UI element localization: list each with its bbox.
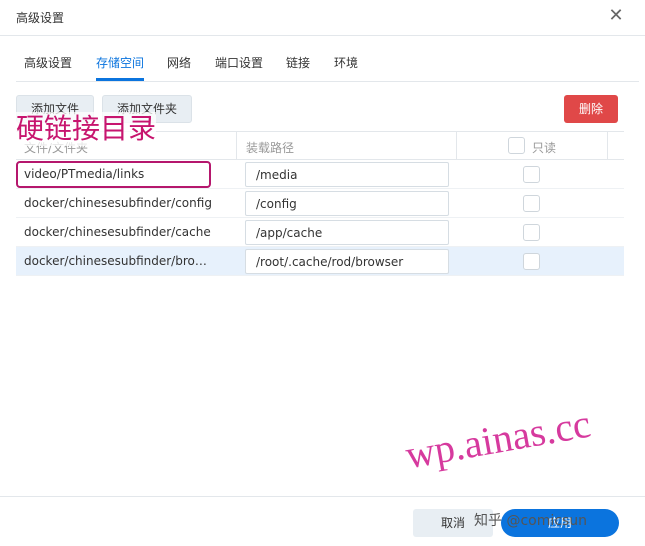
tab-links[interactable]: 链接 [286, 54, 310, 71]
folder-path: video/PTmedia/links [24, 167, 145, 181]
folder-path: docker/chinesesubfinder/bro… [24, 254, 207, 268]
tab-port-settings[interactable]: 端口设置 [215, 54, 263, 71]
advanced-settings-dialog: 高级设置 ✕ 高级设置 存储空间 网络 端口设置 链接 环境 添加文件 添加文件… [0, 0, 645, 546]
tab-bar: 高级设置 存储空间 网络 端口设置 链接 环境 [16, 36, 639, 82]
readonly-checkbox[interactable] [523, 195, 540, 212]
readonly-checkbox[interactable] [523, 166, 540, 183]
cancel-button[interactable]: 取消 [413, 509, 493, 537]
close-icon[interactable]: ✕ [606, 6, 626, 26]
table-row[interactable]: video/PTmedia/links [16, 160, 624, 189]
column-divider [236, 132, 237, 160]
column-header-mount-path[interactable]: 装载路径 [246, 139, 294, 156]
readonly-checkbox[interactable] [523, 253, 540, 270]
column-divider [456, 132, 457, 160]
tab-storage[interactable]: 存储空间 [96, 54, 144, 71]
apply-button[interactable]: 应用 [501, 509, 619, 537]
active-tab-indicator [96, 78, 144, 81]
tab-advanced-settings[interactable]: 高级设置 [24, 54, 72, 71]
tab-environment[interactable]: 环境 [334, 54, 358, 71]
folder-path: docker/chinesesubfinder/cache [24, 225, 211, 239]
tab-network[interactable]: 网络 [167, 54, 191, 71]
column-header-readonly: 只读 [532, 141, 557, 155]
folder-path: docker/chinesesubfinder/config [24, 196, 212, 210]
column-divider [607, 132, 608, 160]
table-row-selected[interactable]: docker/chinesesubfinder/bro… [16, 247, 624, 276]
table-row[interactable]: docker/chinesesubfinder/cache [16, 218, 624, 247]
dialog-title-bar: 高级设置 ✕ [0, 0, 645, 36]
mount-path-input[interactable] [245, 249, 449, 274]
readonly-checkbox[interactable] [523, 224, 540, 241]
dialog-title: 高级设置 [16, 11, 65, 25]
site-watermark: wp.ainas.cc [402, 400, 594, 478]
mount-path-input[interactable] [245, 220, 449, 245]
mount-path-input[interactable] [245, 162, 449, 187]
delete-button[interactable]: 删除 [564, 95, 618, 123]
hardlink-directory-annotation: 硬链接目录 [16, 112, 157, 146]
table-row[interactable]: docker/chinesesubfinder/config [16, 189, 624, 218]
mount-path-input[interactable] [245, 191, 449, 216]
dialog-footer: 取消 应用 [0, 496, 645, 546]
readonly-all-checkbox[interactable] [508, 137, 525, 154]
